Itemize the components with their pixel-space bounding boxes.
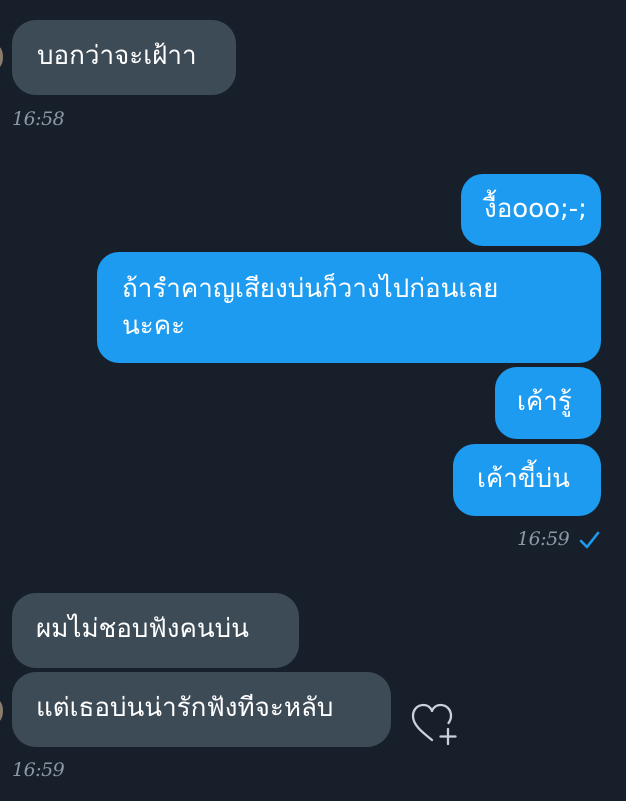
check-icon <box>579 531 600 549</box>
message-text: นะคะ <box>122 311 186 341</box>
message-text: ผมไม่ชอบฟังคนบ่น <box>36 614 249 644</box>
outgoing-message-bubble[interactable]: งื้อooo;-; <box>461 174 601 246</box>
outgoing-message-bubble[interactable]: เค้ารู้ <box>495 367 601 439</box>
incoming-message-bubble[interactable]: บอกว่าจะเฝ้าา <box>12 20 236 95</box>
message-text: แต่เธอบ่นน่ารักฟังทีจะหลับ <box>36 693 334 723</box>
message-timestamp: 16:59 <box>12 759 65 781</box>
heart-plus-icon[interactable] <box>410 702 460 748</box>
avatar[interactable] <box>0 46 3 68</box>
outgoing-message-bubble[interactable]: เค้าขี้บ่น <box>453 444 601 516</box>
message-text: เค้าขี้บ่น <box>477 464 570 494</box>
message-text: เค้ารู้ <box>517 387 572 417</box>
avatar[interactable] <box>0 700 3 722</box>
outgoing-message-bubble[interactable]: ถ้ารำคาญเสียงบ่นก็วางไปก่อนเลย นะคะ <box>97 252 601 363</box>
message-text: บอกว่าจะเฝ้าา <box>37 41 197 71</box>
message-timestamp: 16:58 <box>12 108 65 130</box>
message-text: ถ้ารำคาญเสียงบ่นก็วางไปก่อนเลย <box>122 274 499 304</box>
incoming-message-bubble[interactable]: ผมไม่ชอบฟังคนบ่น <box>12 593 299 668</box>
message-text: งื้อooo;-; <box>484 194 587 224</box>
incoming-message-bubble[interactable]: แต่เธอบ่นน่ารักฟังทีจะหลับ <box>12 672 391 747</box>
message-timestamp: 16:59 <box>517 528 570 550</box>
